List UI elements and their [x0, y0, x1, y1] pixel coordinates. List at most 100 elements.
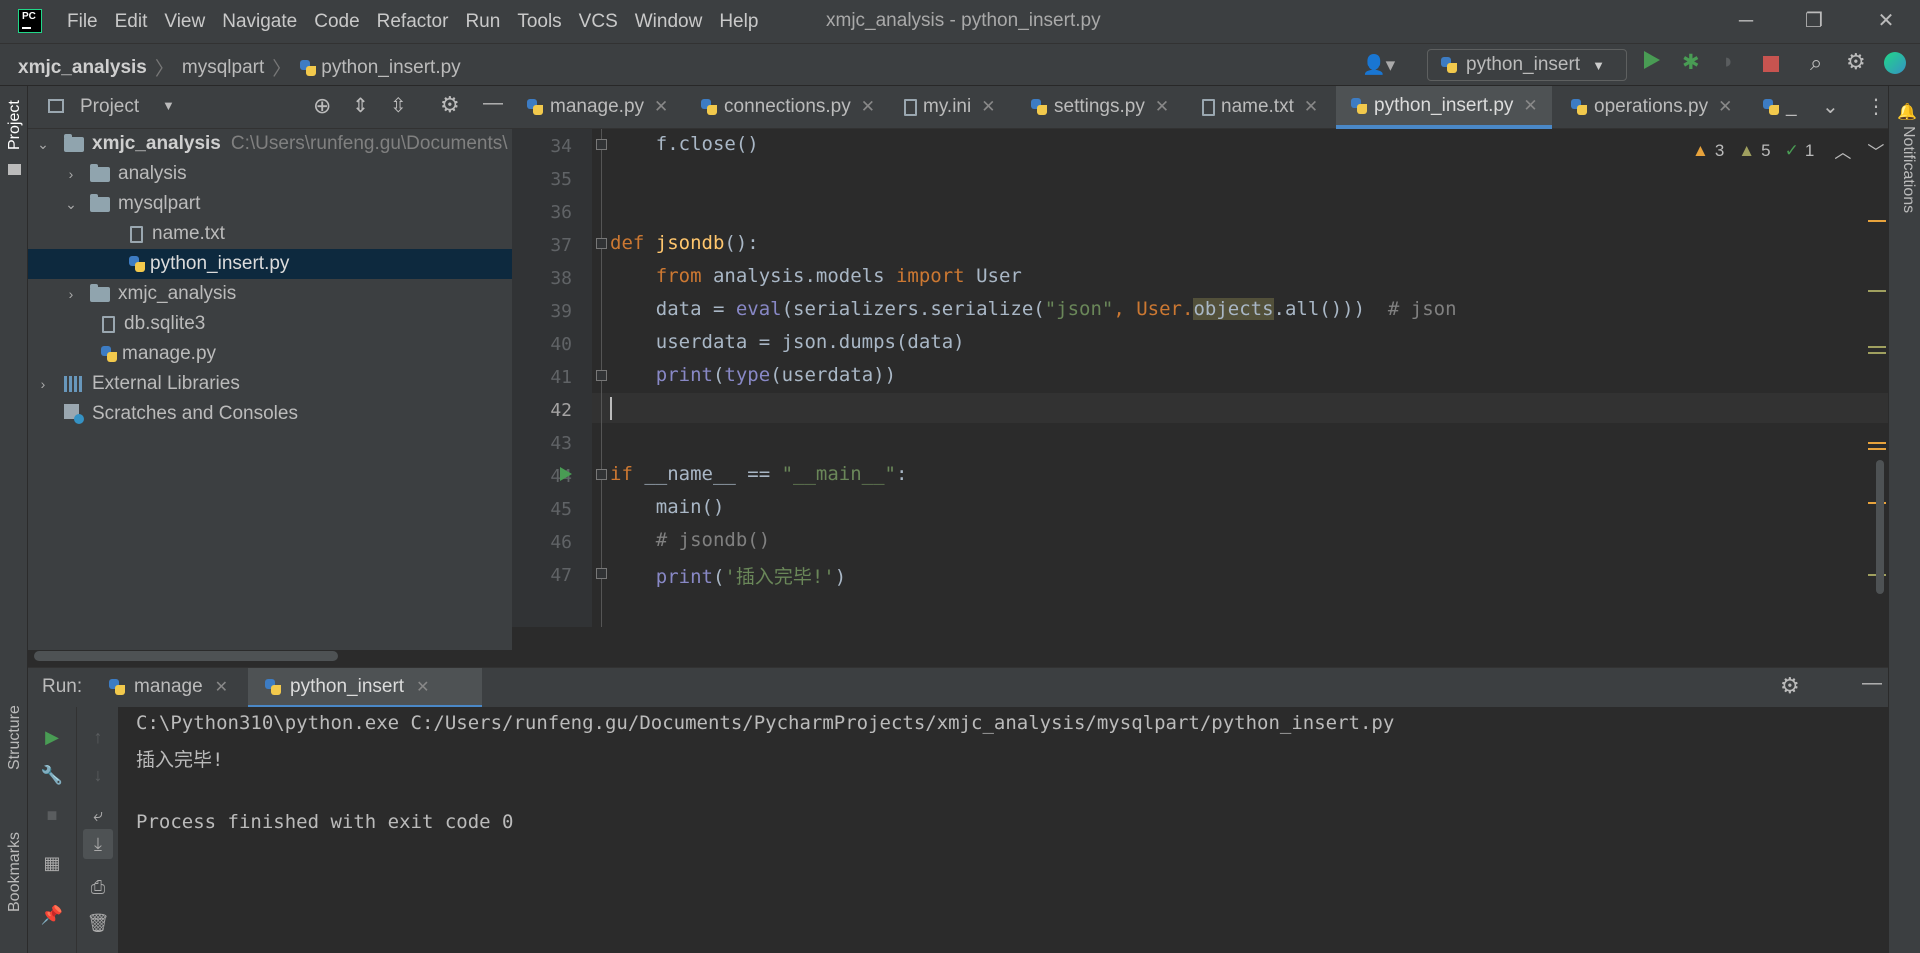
more-options-icon[interactable]: ⋮	[1866, 94, 1886, 119]
menu-window[interactable]: Window	[635, 11, 703, 33]
tree-node-mysqlpart[interactable]: ⌄ mysqlpart	[28, 189, 512, 219]
run-gutter-icon[interactable]	[560, 467, 572, 481]
tab-settings-py[interactable]: settings.py ✕	[1030, 86, 1169, 128]
next-highlight-icon[interactable]: ﹀	[1867, 138, 1884, 163]
inspection-widget[interactable]: ▲ 3 ▲ 5 ✓ 1 ︿ ﹀	[1692, 138, 1890, 163]
gear-icon[interactable]: ⚙	[1846, 49, 1866, 75]
hide-panel-icon[interactable]: —	[483, 92, 503, 115]
restore-icon[interactable]: ❐	[1800, 8, 1828, 34]
close-tab-icon[interactable]: ✕	[1155, 97, 1169, 117]
error-stripe-mark[interactable]	[1868, 290, 1886, 292]
tab-my-ini[interactable]: my.ini ✕	[904, 86, 995, 128]
chevron-right-icon[interactable]: ›	[60, 166, 82, 182]
close-tab-icon[interactable]: ✕	[1523, 96, 1537, 116]
fold-marker-icon[interactable]	[596, 238, 607, 249]
tab-overflow-file[interactable]: _	[1762, 86, 1797, 128]
fold-marker-icon[interactable]	[596, 139, 607, 150]
structure-tool-window-button[interactable]: Structure	[6, 705, 24, 770]
menu-help[interactable]: Help	[719, 11, 758, 33]
fold-marker-icon[interactable]	[596, 469, 607, 480]
ide-updates-icon[interactable]	[1884, 52, 1906, 74]
menu-code[interactable]: Code	[314, 11, 359, 33]
menu-view[interactable]: View	[164, 11, 205, 33]
run-tab-manage[interactable]: manage ✕	[108, 676, 228, 698]
bookmarks-tool-window-button[interactable]: Bookmarks	[6, 832, 24, 912]
tree-node-python-insert[interactable]: python_insert.py	[28, 249, 512, 279]
menu-tools[interactable]: Tools	[517, 11, 561, 33]
tree-node-name-txt[interactable]: name.txt	[28, 219, 512, 249]
fold-marker-icon[interactable]	[596, 370, 607, 381]
search-icon[interactable]: ⌕	[1810, 50, 1822, 76]
project-panel-title[interactable]: Project	[80, 96, 139, 118]
close-tab-icon[interactable]: ✕	[1304, 97, 1318, 117]
menu-vcs[interactable]: VCS	[579, 11, 618, 33]
error-stripe-mark[interactable]	[1868, 352, 1886, 354]
breadcrumb-file[interactable]: python_insert.py	[321, 57, 460, 79]
arrow-down-icon[interactable]: ↓	[86, 763, 110, 787]
breadcrumb-folder[interactable]: mysqlpart	[182, 57, 264, 79]
run-tab-python-insert[interactable]: python_insert ✕	[248, 668, 482, 708]
error-stripe-mark[interactable]	[1868, 220, 1886, 222]
gear-icon[interactable]: ⚙	[440, 92, 460, 118]
stop-icon[interactable]: ■	[40, 803, 64, 827]
layout-icon[interactable]: ▦	[40, 851, 64, 875]
error-stripe-mark[interactable]	[1868, 448, 1886, 450]
tab-connections-py[interactable]: connections.py ✕	[700, 86, 875, 128]
menu-navigate[interactable]: Navigate	[222, 11, 297, 33]
soft-wrap-icon[interactable]: ⤶	[86, 803, 110, 827]
run-configuration-select[interactable]: python_insert ▼	[1427, 49, 1627, 81]
tree-node-analysis[interactable]: › analysis	[28, 159, 512, 189]
tree-node-external-libraries[interactable]: › External Libraries	[28, 369, 512, 399]
menu-refactor[interactable]: Refactor	[377, 11, 449, 33]
wrench-icon[interactable]: 🔧	[40, 763, 64, 787]
vertical-scrollbar[interactable]	[1876, 460, 1884, 594]
horizontal-scrollbar[interactable]	[34, 651, 338, 661]
close-tab-icon[interactable]: ✕	[1718, 97, 1732, 117]
breadcrumb-project[interactable]: xmjc_analysis	[18, 57, 147, 79]
tab-list-chevron-icon[interactable]: ⌄	[1822, 94, 1839, 119]
tree-node-manage-py[interactable]: manage.py	[28, 339, 512, 369]
run-icon[interactable]	[1644, 51, 1660, 69]
arrow-up-icon[interactable]: ↑	[86, 725, 110, 749]
collapse-all-icon[interactable]: ⇳	[390, 93, 407, 118]
close-icon[interactable]: ✕	[1872, 8, 1900, 34]
chevron-down-icon[interactable]: ⌄	[60, 196, 82, 213]
close-tab-icon[interactable]: ✕	[981, 97, 995, 117]
coverage-icon[interactable]: ◗	[1722, 50, 1735, 74]
trash-icon[interactable]: 🗑	[86, 911, 110, 935]
close-tab-icon[interactable]: ✕	[654, 97, 668, 117]
fold-marker-icon[interactable]	[596, 568, 607, 579]
locate-icon[interactable]: ⊕	[313, 93, 331, 119]
tab-python-insert-py[interactable]: python_insert.py ✕	[1336, 86, 1552, 129]
chevron-down-icon[interactable]: ⌄	[32, 136, 54, 153]
tab-name-txt[interactable]: name.txt ✕	[1202, 86, 1318, 128]
expand-all-icon[interactable]: ⇕	[352, 93, 369, 118]
hide-panel-icon[interactable]: —	[1862, 672, 1882, 695]
close-tab-icon[interactable]: ✕	[215, 677, 228, 697]
notifications-tool-window-button[interactable]: Notifications	[1897, 126, 1917, 213]
tree-node-db-sqlite3[interactable]: db.sqlite3	[28, 309, 512, 339]
tab-manage-py[interactable]: manage.py ✕	[526, 86, 668, 128]
menu-run[interactable]: Run	[465, 11, 500, 33]
error-stripe-mark[interactable]	[1868, 442, 1886, 444]
scroll-to-end-icon[interactable]: ⤓	[83, 829, 113, 859]
chevron-right-icon[interactable]: ›	[32, 376, 54, 392]
chevron-right-icon[interactable]: ›	[60, 286, 82, 302]
pin-icon[interactable]: 📌	[40, 903, 64, 927]
menu-edit[interactable]: Edit	[115, 11, 148, 33]
menu-file[interactable]: File	[67, 11, 98, 33]
debug-icon[interactable]: ✱	[1682, 50, 1700, 75]
close-tab-icon[interactable]: ✕	[861, 97, 875, 117]
tree-node-scratches[interactable]: Scratches and Consoles	[28, 399, 512, 429]
previous-highlight-icon[interactable]: ︿	[1834, 138, 1851, 163]
tree-node-project-root[interactable]: ⌄ xmjc_analysis C:\Users\runfeng.gu\Docu…	[28, 129, 512, 159]
tab-operations-py[interactable]: operations.py ✕	[1570, 86, 1732, 128]
stop-icon[interactable]	[1763, 56, 1779, 72]
chevron-down-icon[interactable]: ▼	[162, 98, 175, 113]
gear-icon[interactable]: ⚙	[1780, 673, 1800, 699]
minimize-icon[interactable]: ─	[1732, 8, 1760, 34]
project-tool-window-button[interactable]: Project	[6, 100, 24, 150]
vcs-user-icon[interactable]: 👤▾	[1362, 53, 1395, 77]
rerun-icon[interactable]: ▶	[40, 725, 64, 749]
print-icon[interactable]: ⎙	[86, 875, 110, 899]
